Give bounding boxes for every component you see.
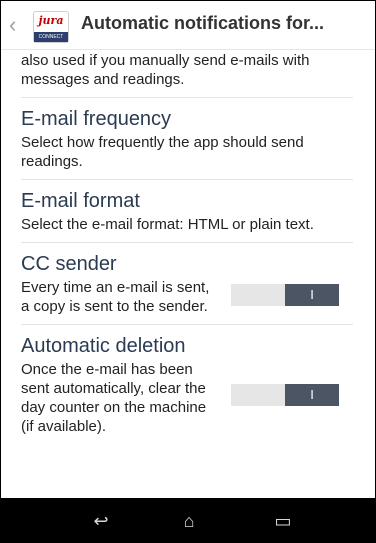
section-email-frequency[interactable]: E-mail frequency Select how frequently t… (21, 97, 353, 171)
home-icon[interactable]: ⌂ (177, 509, 201, 533)
settings-content: also used if you manually send e-mails w… (21, 49, 353, 497)
back-icon[interactable]: ↩ (89, 509, 113, 533)
section-title: CC sender (21, 253, 117, 275)
automatic-deletion-toggle[interactable]: I (231, 384, 339, 406)
section-title: E-mail format (21, 190, 140, 212)
section-title: Automatic deletion (21, 335, 186, 357)
cc-sender-toggle[interactable]: I (231, 284, 339, 306)
toggle-on-knob: I (285, 284, 339, 306)
recent-apps-icon[interactable]: ▭ (271, 509, 295, 533)
jura-logo-text: jura (38, 14, 64, 27)
section-title: E-mail frequency (21, 108, 172, 130)
intro-description: also used if you manually send e-mails w… (21, 52, 310, 88)
cc-sender-row: Every time an e-mail is sent, a copy is … (21, 278, 353, 316)
app-screen: ‹ jura CONNECT Automatic notifications f… (0, 0, 376, 543)
jura-connect-app-icon: jura CONNECT (33, 11, 69, 43)
section-description: Once the e-mail has been sent automatica… (21, 361, 207, 435)
connect-band-text: CONNECT (34, 32, 68, 42)
section-cc-sender: CC sender Every time an e-mail is sent, … (21, 242, 353, 316)
section-email-format[interactable]: E-mail format Select the e-mail format: … (21, 179, 353, 234)
section-automatic-deletion: Automatic deletion Once the e-mail has b… (21, 324, 353, 436)
section-description: Select how frequently the app should sen… (21, 134, 304, 170)
section-description: Select the e-mail format: HTML or plain … (21, 216, 314, 233)
back-chevron-icon[interactable]: ‹ (9, 13, 25, 37)
section-description: Every time an e-mail is sent, a copy is … (21, 279, 210, 315)
android-navigation-bar: ↩ ⌂ ▭ (1, 498, 375, 542)
toggle-on-knob: I (285, 384, 339, 406)
app-header: ‹ jura CONNECT Automatic notifications f… (1, 1, 375, 50)
automatic-deletion-row: Once the e-mail has been sent automatica… (21, 360, 353, 436)
page-title: Automatic notifications for... (81, 13, 325, 33)
